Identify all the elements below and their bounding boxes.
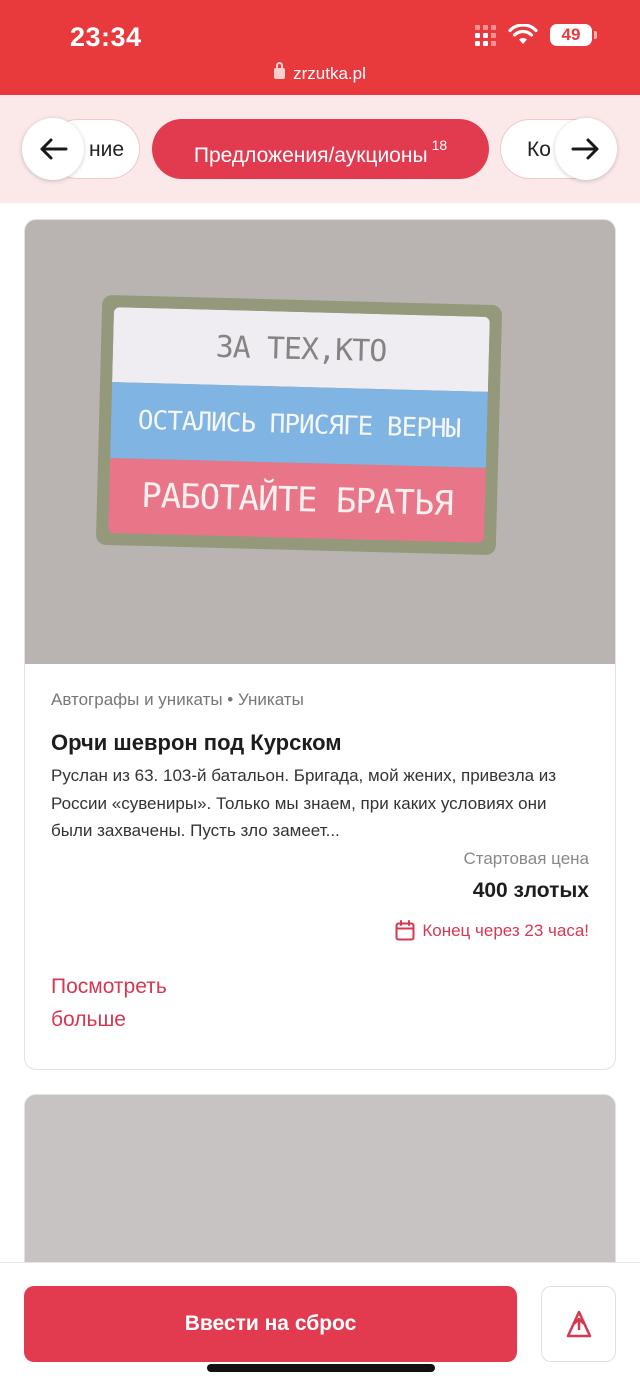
url-text: zrzutka.pl	[293, 64, 366, 83]
see-more-link[interactable]: Посмотреть больше	[51, 970, 211, 1036]
browser-top-bar: 23:34 49 zrzutka.pl	[0, 0, 640, 95]
listing-description: Руслан из 63. 103-й батальон. Бригада, м…	[51, 766, 557, 840]
arrow-right-icon	[571, 138, 599, 160]
share-button[interactable]	[541, 1286, 616, 1362]
deadline-text: Конец через 23 часа!	[422, 920, 589, 940]
tab-next-label: Ко	[527, 138, 551, 161]
status-time: 23:34	[70, 22, 142, 52]
share-icon	[566, 1310, 591, 1338]
tab-active-count: 18	[431, 137, 448, 153]
tab-active-label: Предложения/аукционы	[193, 144, 428, 167]
deadline: Конец через 23 часа!	[395, 920, 589, 941]
contribute-button[interactable]: Ввести на сброс	[24, 1286, 517, 1362]
signal-icon	[475, 24, 496, 46]
lock-icon	[274, 62, 286, 79]
listing-title[interactable]: Орчи шеврон под Курском	[51, 730, 342, 756]
battery-indicator: 49	[550, 24, 597, 46]
calendar-icon	[395, 920, 415, 941]
listing-card[interactable]: ЗА ТЕХ,КТО ОСТАЛИСЬ ПРИСЯГЕ ВЕРНЫ РАБОТА…	[24, 219, 616, 1070]
price-value: 400 злотых	[472, 879, 589, 902]
status-icons: 49	[475, 24, 597, 46]
url-bar[interactable]: zrzutka.pl	[0, 62, 640, 84]
price-label: Стартовая цена	[463, 849, 589, 868]
arrow-left-icon	[40, 138, 68, 160]
scroll-right-button[interactable]	[555, 118, 617, 180]
home-indicator	[207, 1364, 435, 1372]
listing-image[interactable]: ЗА ТЕХ,КТО ОСТАЛИСЬ ПРИСЯГЕ ВЕРНЫ РАБОТА…	[25, 220, 615, 664]
scroll-left-button[interactable]	[22, 118, 84, 180]
tab-previous-label: ние	[89, 138, 125, 161]
category-tabs: ние Предложения/аукционы 18 Ко	[0, 95, 640, 203]
tab-offers-auctions[interactable]: Предложения/аукционы 18	[152, 119, 489, 179]
wifi-icon	[508, 24, 538, 44]
listing-category: Автографы и уникаты • Уникаты	[51, 690, 304, 709]
